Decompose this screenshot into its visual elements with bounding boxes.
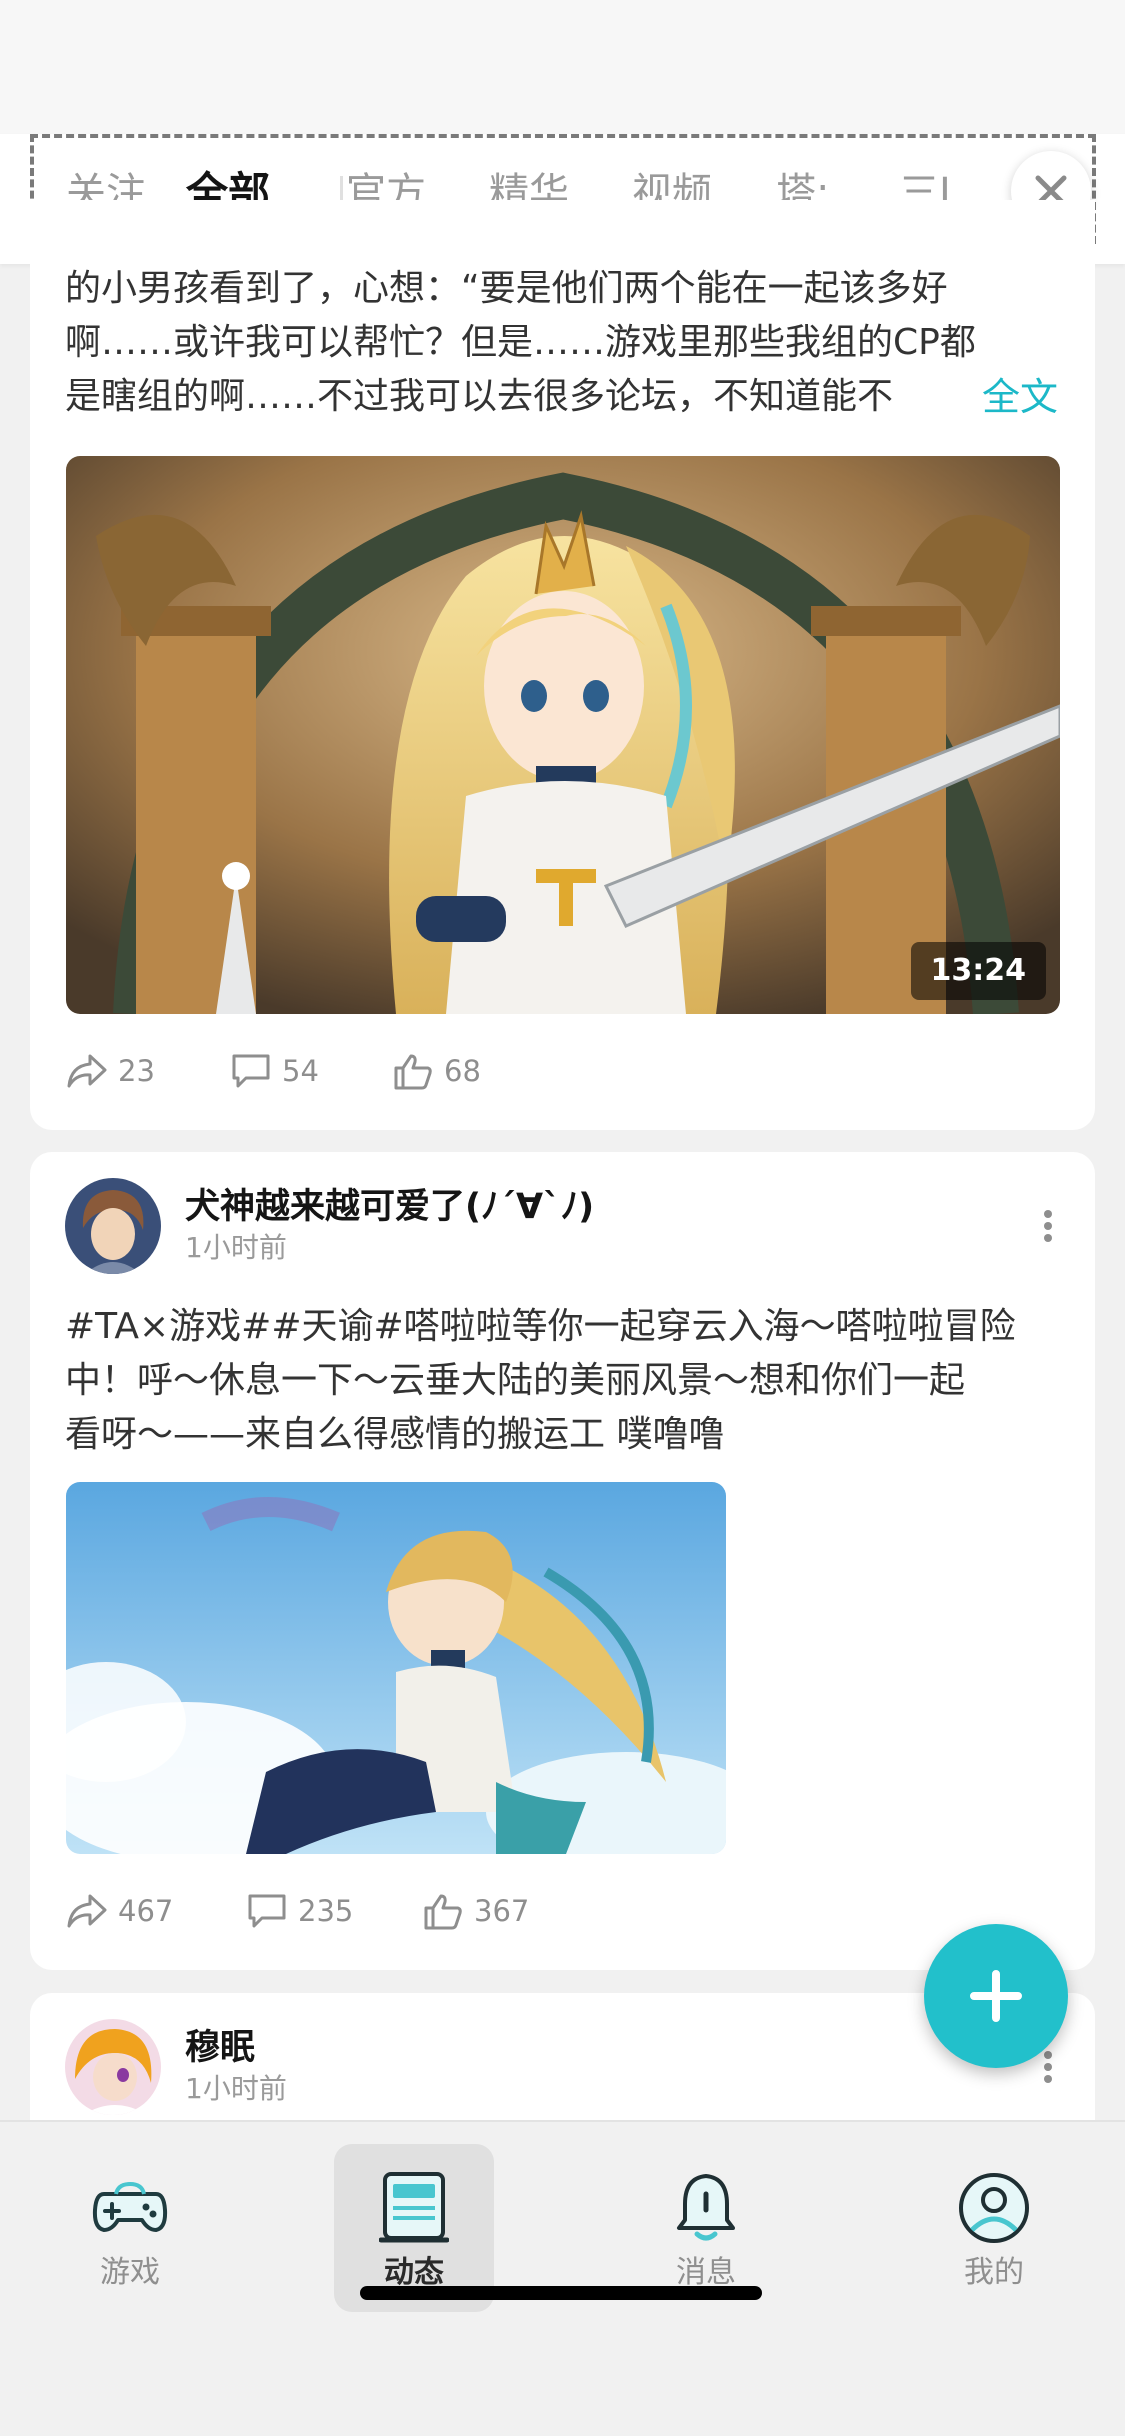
post-image[interactable] (66, 1482, 726, 1854)
comment-icon (248, 1894, 286, 1928)
create-post-button[interactable] (924, 1924, 1068, 2068)
comment-icon (232, 1054, 270, 1088)
share-icon (67, 1054, 107, 1088)
bell-icon (677, 2174, 735, 2241)
share-icon (67, 1894, 107, 1928)
author-name[interactable]: 穆眠 (185, 2025, 255, 2071)
nav-item-profile[interactable]: 我的 (914, 2144, 1074, 2312)
nav-item-games[interactable]: 游戏 (50, 2144, 210, 2312)
share-count: 467 (118, 1894, 174, 1928)
thumbs-up-icon (394, 1054, 432, 1090)
comment-count: 54 (282, 1054, 319, 1088)
feed-icon (379, 2172, 449, 2243)
feed-card-image[interactable]: 犬神越来越可爱了(ﾉ´∀`ﾉ) 1小时前 #TA×游戏##天谕#嗒啦啦等你一起穿… (30, 1152, 1095, 1970)
user-avatar-image (65, 1178, 161, 1274)
share-button[interactable]: 467 (66, 1892, 173, 1930)
share-count: 23 (118, 1054, 155, 1088)
comment-count: 235 (298, 1894, 354, 1928)
gamepad-icon (92, 2181, 168, 2232)
user-avatar-image (65, 2019, 161, 2115)
like-count: 367 (474, 1894, 530, 1928)
comment-button[interactable]: 54 (230, 1052, 319, 1090)
post-text-line: 啊……或许我可以帮忙？但是……游戏里那些我组的CP都 (65, 322, 976, 363)
bottom-navigation: 游戏 动态 消息 我的 (0, 2120, 1125, 2436)
read-more-link[interactable]: 全文 (982, 370, 1058, 424)
plus-icon (970, 1970, 1022, 2022)
nav-label-profile: 我的 (964, 2255, 1024, 2290)
thumbs-up-icon (424, 1894, 462, 1930)
home-indicator[interactable] (360, 2286, 762, 2300)
feed-card-video[interactable]: 的小男孩看到了，心想：“要是他们两个能在一起该多好 啊……或许我可以帮忙？但是…… (30, 200, 1095, 1130)
more-options-icon[interactable] (1038, 1206, 1058, 1246)
post-text-line: 中！呼～休息一下～云垂大陆的美丽风景～想和你们一起 (65, 1360, 966, 1401)
nav-label-games: 游戏 (100, 2255, 160, 2290)
like-button[interactable]: 68 (392, 1052, 481, 1090)
anime-sky-illustration (66, 1482, 726, 1854)
post-time: 1小时前 (185, 2072, 287, 2105)
like-count: 68 (444, 1054, 481, 1088)
post-time: 1小时前 (185, 1231, 287, 1264)
share-button[interactable]: 23 (66, 1052, 155, 1090)
post-text-line: 的小男孩看到了，心想：“要是他们两个能在一起该多好 (65, 268, 948, 309)
anime-heroine-illustration (66, 456, 1060, 1014)
author-name[interactable]: 犬神越来越可爱了(ﾉ´∀`ﾉ) (185, 1184, 594, 1230)
video-thumbnail[interactable]: 13:24 (66, 456, 1060, 1014)
post-text-line: 看呀～——来自么得感情的搬运工 噗噜噜 (65, 1414, 725, 1455)
comment-button[interactable]: 235 (246, 1892, 353, 1930)
like-button[interactable]: 367 (422, 1892, 529, 1930)
video-duration-badge: 13:24 (910, 942, 1046, 1000)
avatar[interactable] (65, 1178, 161, 1274)
post-text-line: #TA×游戏##天谕#嗒啦啦等你一起穿云入海～嗒啦啦冒险 (65, 1306, 1016, 1347)
avatar[interactable] (65, 2019, 161, 2115)
profile-icon (959, 2173, 1029, 2243)
more-options-icon[interactable] (1038, 2047, 1058, 2087)
status-bar-area (0, 0, 1125, 134)
